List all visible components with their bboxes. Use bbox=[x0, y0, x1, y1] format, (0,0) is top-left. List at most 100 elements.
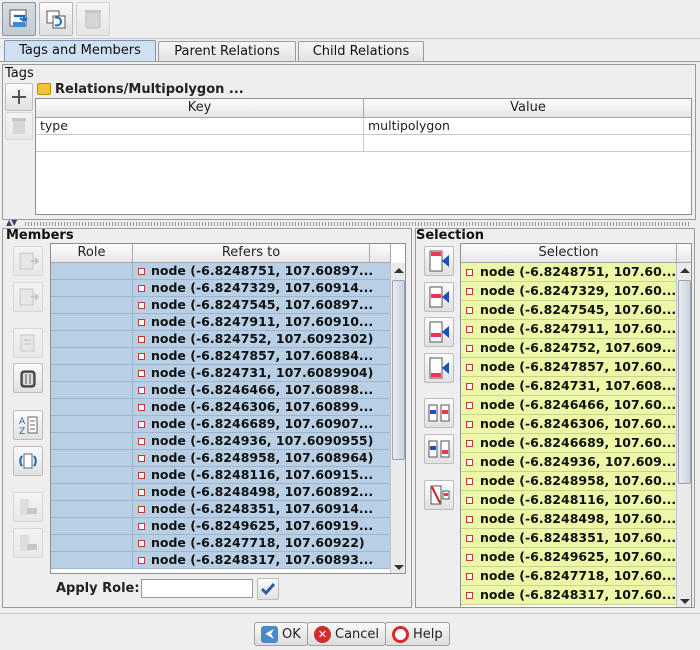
member-row[interactable]: node (-6.8246306, 107.60899... bbox=[133, 399, 390, 416]
download-incomplete-button[interactable] bbox=[13, 528, 43, 558]
ok-button[interactable]: ⮜ OK bbox=[254, 622, 308, 646]
selection-row[interactable]: node (-6.8246466, 107.60... bbox=[461, 396, 676, 415]
download-members-button[interactable] bbox=[13, 492, 43, 522]
member-role-cell[interactable] bbox=[51, 433, 133, 450]
selection-row[interactable]: node (-6.8248351, 107.60... bbox=[461, 529, 676, 548]
member-role-cell[interactable] bbox=[51, 314, 133, 331]
splitter-arrows[interactable]: ▲▼ bbox=[6, 218, 17, 227]
tag-value-cell[interactable] bbox=[364, 135, 691, 152]
delete-relation-button[interactable] bbox=[76, 2, 110, 36]
member-row[interactable]: node (-6.8248958, 107.608964) bbox=[133, 450, 390, 467]
member-row[interactable]: node (-6.8248116, 107.60915... bbox=[133, 467, 390, 484]
member-role-cell[interactable] bbox=[51, 382, 133, 399]
selection-row[interactable]: node (-6.824731, 107.608... bbox=[461, 377, 676, 396]
tab-parent-relations[interactable]: Parent Relations bbox=[158, 41, 296, 61]
splitter-handle[interactable] bbox=[25, 222, 690, 226]
reverse-button[interactable] bbox=[13, 446, 43, 476]
member-role-cell[interactable] bbox=[51, 280, 133, 297]
member-row[interactable]: node (-6.8248351, 107.60914... bbox=[133, 501, 390, 518]
tag-key-cell[interactable] bbox=[36, 135, 364, 152]
member-row[interactable]: node (-6.824936, 107.6090955) bbox=[133, 433, 390, 450]
tags-value-header[interactable]: Value bbox=[364, 99, 691, 118]
member-role-cell[interactable] bbox=[51, 450, 133, 467]
tag-value-cell[interactable]: multipolygon bbox=[364, 118, 691, 135]
selection-row[interactable]: node (-6.8248498, 107.60... bbox=[461, 510, 676, 529]
selection-scroll-thumb[interactable] bbox=[678, 280, 691, 484]
member-row[interactable]: node (-6.8249625, 107.60919... bbox=[133, 518, 390, 535]
member-role-cell[interactable] bbox=[51, 331, 133, 348]
members-scrollbar[interactable] bbox=[390, 263, 405, 573]
selection-row[interactable]: node (-6.8246689, 107.60... bbox=[461, 434, 676, 453]
refers-to-column-header[interactable]: Refers to bbox=[133, 244, 370, 263]
member-role-cell[interactable] bbox=[51, 484, 133, 501]
select-members-button[interactable] bbox=[424, 398, 454, 428]
member-role-cell[interactable] bbox=[51, 552, 133, 569]
member-row[interactable]: node (-6.8247718, 107.60922) bbox=[133, 535, 390, 552]
add-at-start-button[interactable] bbox=[424, 246, 454, 276]
member-role-cell[interactable] bbox=[51, 467, 133, 484]
cancel-button[interactable]: ✕ Cancel bbox=[307, 622, 387, 646]
member-role-cell[interactable] bbox=[51, 535, 133, 552]
member-row[interactable]: node (-6.8248751, 107.60897... bbox=[133, 263, 390, 280]
member-row[interactable]: node (-6.8246466, 107.60898... bbox=[133, 382, 390, 399]
member-role-cell[interactable] bbox=[51, 297, 133, 314]
edit-member-button[interactable] bbox=[13, 328, 43, 358]
role-column-header[interactable]: Role bbox=[51, 244, 133, 263]
selection-row[interactable]: node (-6.8248317, 107.60... bbox=[461, 586, 676, 605]
add-before-button[interactable] bbox=[424, 282, 454, 312]
scroll-down-icon[interactable] bbox=[394, 565, 404, 570]
selection-row[interactable]: node (-6.8249625, 107.60... bbox=[461, 548, 676, 567]
apply-role-button[interactable] bbox=[257, 578, 279, 600]
member-row[interactable]: node (-6.8247545, 107.60897... bbox=[133, 297, 390, 314]
member-role-cell[interactable] bbox=[51, 348, 133, 365]
selection-column-header[interactable]: Selection bbox=[461, 244, 677, 263]
member-role-cell[interactable] bbox=[51, 416, 133, 433]
member-row[interactable]: node (-6.8246689, 107.60907... bbox=[133, 416, 390, 433]
apply-role-input[interactable] bbox=[141, 579, 253, 598]
tab-child-relations[interactable]: Child Relations bbox=[298, 41, 424, 61]
remove-selected-button[interactable] bbox=[424, 480, 454, 510]
delete-tag-button[interactable] bbox=[5, 112, 33, 140]
tag-key-cell[interactable]: type bbox=[36, 118, 364, 135]
selection-scrollbar[interactable] bbox=[676, 263, 691, 607]
add-at-end-button[interactable] bbox=[424, 353, 454, 383]
remove-member-button[interactable] bbox=[13, 363, 43, 393]
add-after-button[interactable] bbox=[424, 317, 454, 347]
tab-tags-and-members[interactable]: Tags and Members bbox=[4, 40, 156, 61]
selection-row[interactable]: node (-6.8247329, 107.60... bbox=[461, 282, 676, 301]
move-down-button[interactable] bbox=[13, 282, 43, 312]
member-row[interactable]: node (-6.824752, 107.6092302) bbox=[133, 331, 390, 348]
add-tag-button[interactable] bbox=[5, 83, 33, 111]
member-row[interactable]: node (-6.8247911, 107.60910... bbox=[133, 314, 390, 331]
selection-row[interactable]: node (-6.824936, 107.609... bbox=[461, 453, 676, 472]
selection-row[interactable]: node (-6.8248958, 107.60... bbox=[461, 472, 676, 491]
selection-row[interactable]: node (-6.8246306, 107.60... bbox=[461, 415, 676, 434]
selection-row[interactable]: node (-6.824752, 107.609... bbox=[461, 339, 676, 358]
member-role-cell[interactable] bbox=[51, 518, 133, 535]
member-row[interactable]: node (-6.8248317, 107.60893... bbox=[133, 552, 390, 569]
selection-row[interactable]: node (-6.8247545, 107.60... bbox=[461, 301, 676, 320]
member-role-cell[interactable] bbox=[51, 365, 133, 382]
selection-row[interactable]: node (-6.8247911, 107.60... bbox=[461, 320, 676, 339]
help-button[interactable]: Help bbox=[385, 622, 450, 646]
scroll-down-icon[interactable] bbox=[680, 599, 690, 604]
member-row[interactable]: node (-6.8247857, 107.60884... bbox=[133, 348, 390, 365]
refresh-button[interactable] bbox=[39, 2, 73, 36]
member-role-cell[interactable] bbox=[51, 263, 133, 280]
members-scroll-thumb[interactable] bbox=[392, 280, 405, 460]
scroll-up-icon[interactable] bbox=[680, 268, 690, 273]
selection-row[interactable]: node (-6.8247718, 107.60... bbox=[461, 567, 676, 586]
member-role-cell[interactable] bbox=[51, 501, 133, 518]
member-role-cell[interactable] bbox=[51, 399, 133, 416]
sort-button[interactable]: AZ bbox=[13, 410, 43, 440]
selection-row[interactable]: node (-6.8248116, 107.60... bbox=[461, 491, 676, 510]
selection-row[interactable]: node (-6.8248751, 107.60... bbox=[461, 263, 676, 282]
member-row[interactable]: node (-6.824731, 107.6089904) bbox=[133, 365, 390, 382]
apply-button[interactable] bbox=[2, 2, 36, 36]
select-in-selection-button[interactable] bbox=[424, 434, 454, 464]
move-up-button[interactable] bbox=[13, 246, 43, 276]
member-row[interactable]: node (-6.8248498, 107.60892... bbox=[133, 484, 390, 501]
selection-row[interactable]: node (-6.8247857, 107.60... bbox=[461, 358, 676, 377]
member-row[interactable]: node (-6.8247329, 107.60914... bbox=[133, 280, 390, 297]
tags-key-header[interactable]: Key bbox=[36, 99, 364, 118]
